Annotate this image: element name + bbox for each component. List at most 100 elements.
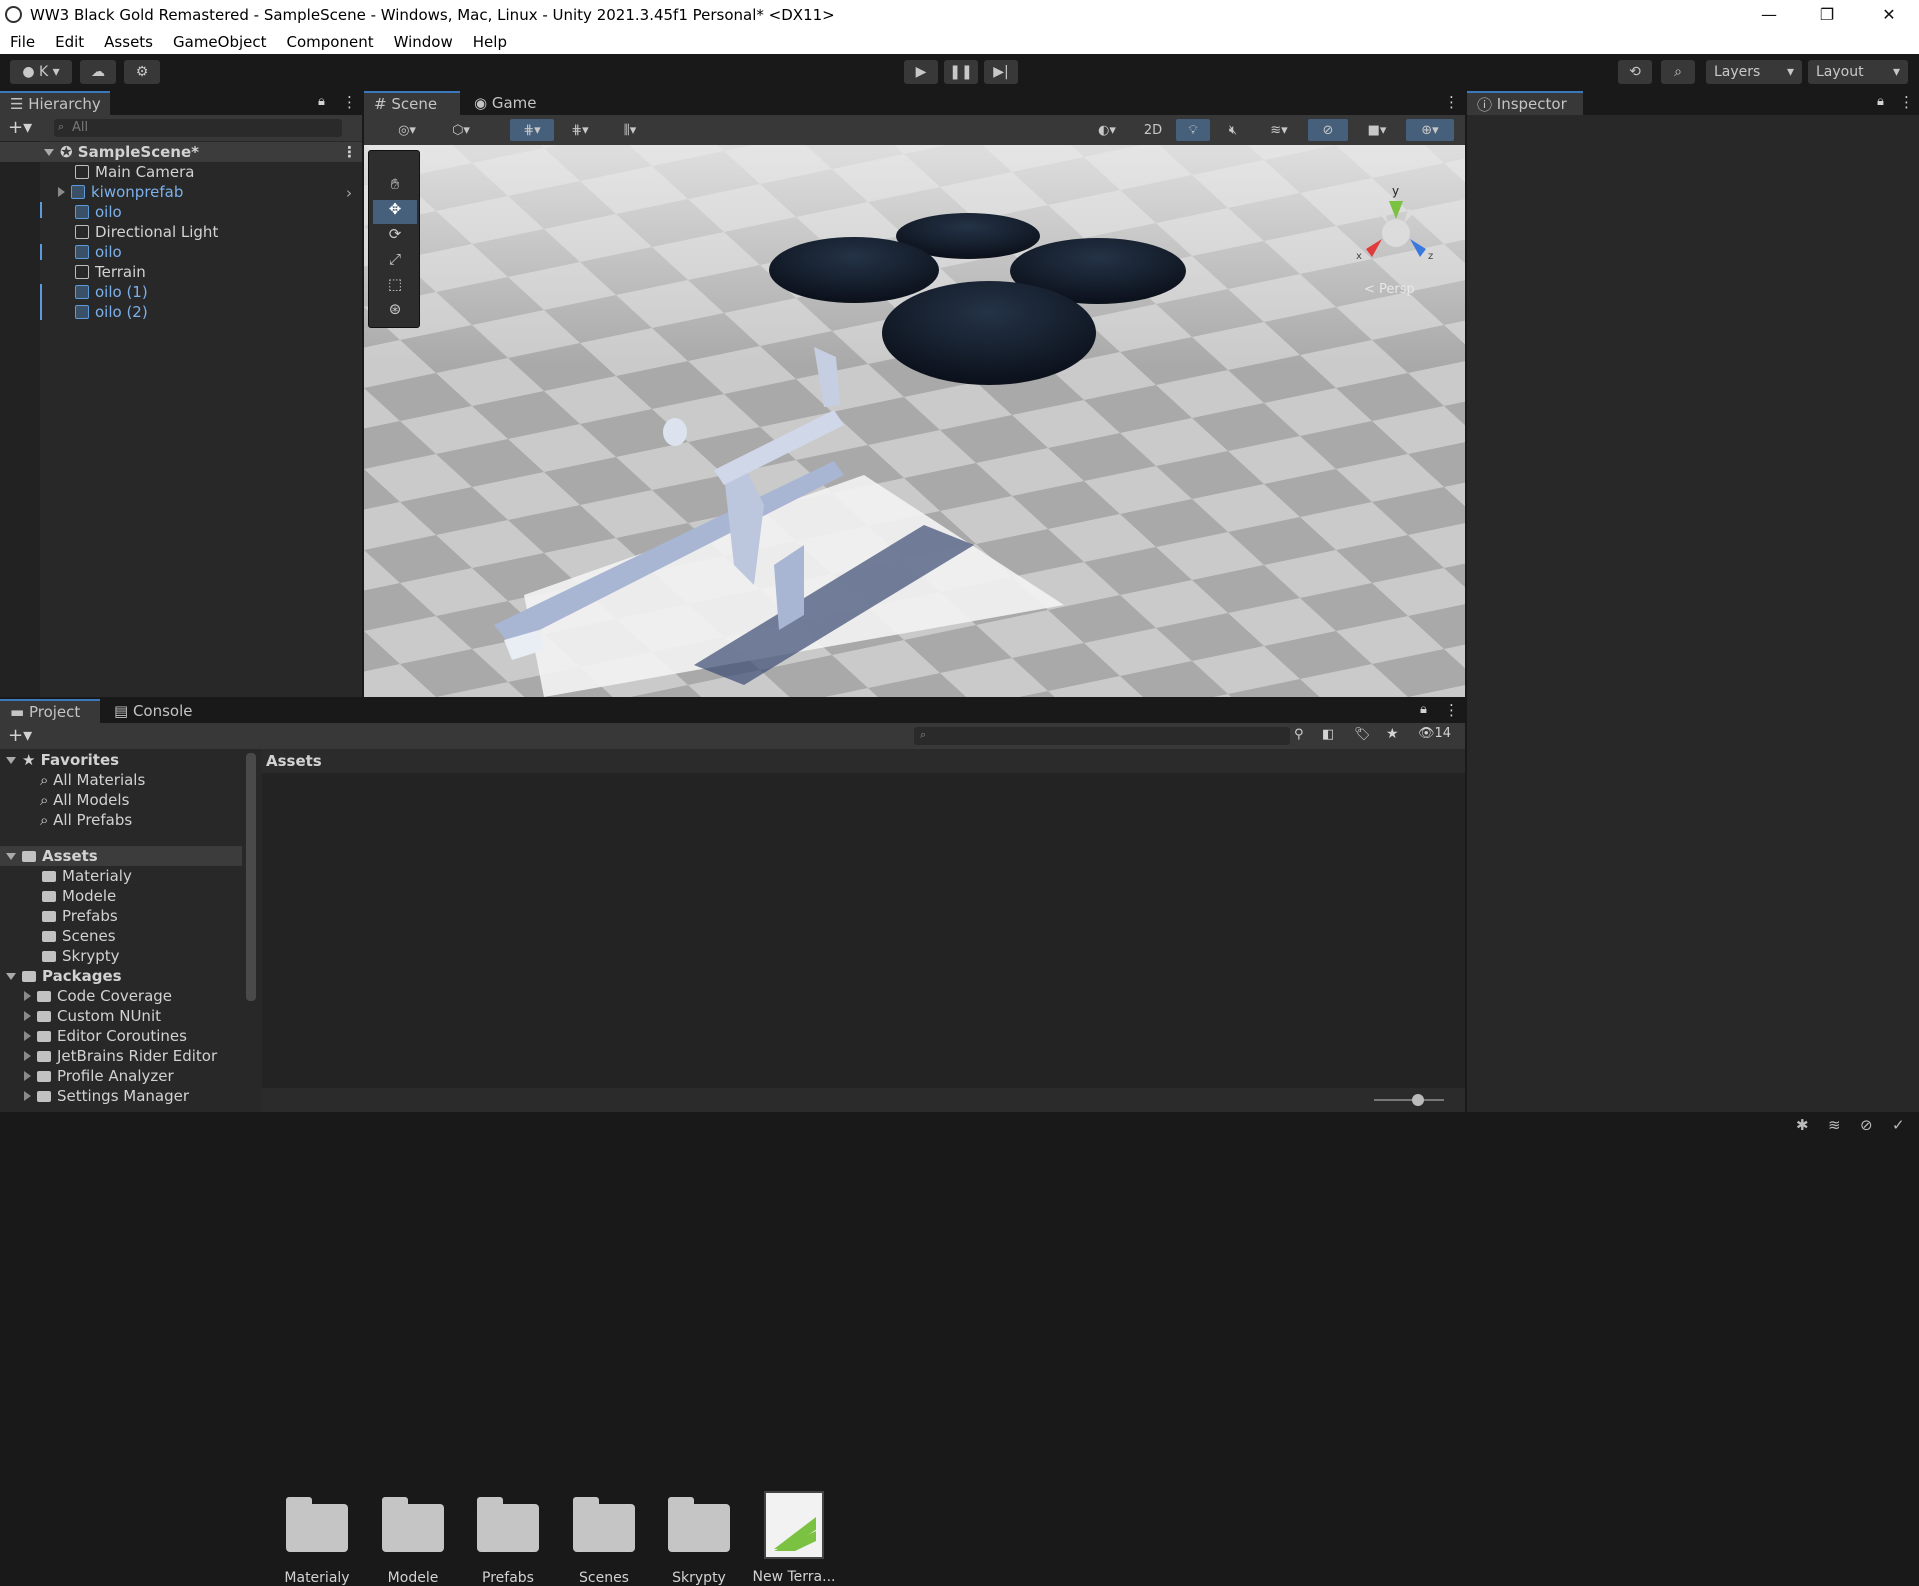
menu-assets[interactable]: Assets [94, 33, 163, 51]
favorites-row[interactable]: ★ Favorites [6, 750, 119, 770]
lock-icon[interactable]: 🔒︎ [1877, 94, 1884, 109]
hierarchy-item[interactable]: Directional Light [75, 222, 218, 242]
menu-window[interactable]: Window [384, 33, 463, 51]
effects-icon[interactable]: ≋▾ [1256, 119, 1302, 141]
audio-icon[interactable]: 🔇︎ [1216, 119, 1250, 141]
package-item[interactable]: Code Coverage [24, 986, 172, 1006]
hand-tool-icon[interactable]: ✋︎ [373, 175, 417, 199]
menu-component[interactable]: Component [277, 33, 384, 51]
pause-button[interactable]: ❚❚ [944, 60, 978, 84]
asset-folder-item[interactable]: Skrypty [42, 946, 120, 966]
render-mode-button[interactable]: ⬡▾ [438, 119, 484, 141]
hierarchy-item[interactable]: oilo (2) [75, 302, 148, 322]
hierarchy-item[interactable]: Terrain [75, 262, 146, 282]
hidden-objects-icon[interactable]: ⊘ [1308, 119, 1348, 141]
more-icon[interactable]: ⋮ [342, 143, 357, 161]
more-icon[interactable]: ⋮ [1444, 701, 1459, 719]
asset-item[interactable]: Skrypty [654, 1494, 744, 1586]
asset-item[interactable]: Materialy [272, 1494, 362, 1586]
more-icon[interactable]: ⋮ [342, 93, 357, 111]
add-icon[interactable]: +▾ [8, 725, 32, 746]
snap-settings-button[interactable]: ⫼▾ [606, 119, 654, 141]
oilo-disc[interactable] [769, 237, 939, 303]
star-icon[interactable]: ★ [1386, 726, 1399, 742]
lock-icon[interactable]: 🔒︎ [1420, 702, 1427, 717]
project-search-input[interactable] [914, 727, 1290, 745]
asset-folder-item[interactable]: Modele [42, 886, 116, 906]
asset-folder-item[interactable]: Materialy [42, 866, 132, 886]
package-item[interactable]: Editor Coroutines [24, 1026, 187, 1046]
increment-snap-button[interactable]: ⋕▾ [560, 119, 600, 141]
move-tool-icon[interactable]: ✥ [373, 200, 417, 224]
menu-file[interactable]: File [0, 33, 45, 51]
close-button[interactable]: ✕ [1860, 0, 1918, 29]
scene-viewport[interactable]: y x z < Persp [364, 145, 1465, 697]
grid-snap-button[interactable]: ⋕▾ [510, 119, 554, 141]
hierarchy-item[interactable]: oilo (1) [75, 282, 148, 302]
layers-dropdown[interactable]: Layers ▾ [1706, 60, 1802, 84]
label-icon[interactable]: 🏷︎ [1354, 727, 1371, 742]
package-item[interactable]: Settings Manager [24, 1086, 189, 1106]
rect-tool-icon[interactable]: ⬚ [373, 275, 417, 299]
hierarchy-item[interactable]: Main Camera [75, 162, 194, 182]
mode-2d-button[interactable]: 2D [1136, 119, 1170, 141]
menu-gameobject[interactable]: GameObject [163, 33, 277, 51]
scene-row[interactable]: ✪ SampleScene* ⋮ [0, 142, 362, 162]
icon-size-slider-track[interactable] [1374, 1099, 1444, 1101]
lock-icon[interactable]: 🔒︎ [318, 94, 325, 109]
play-button[interactable]: ▶ [904, 60, 938, 84]
cache-icon[interactable]: ≋ [1828, 1116, 1841, 1134]
favorite-item[interactable]: ⌕ All Materials [40, 770, 145, 790]
cloud-icon[interactable]: ☁ [80, 60, 116, 84]
breadcrumb[interactable]: Assets [262, 749, 1465, 773]
hidden-packages-icon[interactable]: 👁︎14 [1418, 726, 1451, 741]
tab-project[interactable]: ▬ Project [0, 699, 100, 723]
account-button[interactable]: ● K ▾ [10, 60, 72, 84]
menu-edit[interactable]: Edit [45, 33, 94, 51]
asset-item[interactable]: Modele [368, 1494, 458, 1586]
hierarchy-item[interactable]: kiwonprefab [58, 182, 183, 202]
more-icon[interactable]: ⋮ [1444, 93, 1459, 111]
search-icon[interactable]: ⌕ [1661, 60, 1695, 84]
check-icon[interactable]: ✓ [1892, 1116, 1905, 1134]
package-item[interactable]: Custom NUnit [24, 1006, 161, 1026]
chevron-right-icon[interactable]: › [346, 184, 352, 202]
debug-icon[interactable]: ✱ [1796, 1116, 1809, 1134]
hierarchy-item[interactable]: oilo [75, 242, 122, 262]
asset-folder-item[interactable]: Scenes [42, 926, 116, 946]
favorite-item[interactable]: ⌕ All Prefabs [40, 810, 132, 830]
package-item[interactable]: Profile Analyzer [24, 1066, 174, 1086]
camera-icon[interactable]: ■▾ [1354, 119, 1400, 141]
menu-help[interactable]: Help [463, 33, 517, 51]
draw-mode-button[interactable]: ◎▾ [384, 119, 430, 141]
tab-hierarchy[interactable]: ☰ Hierarchy [0, 91, 110, 115]
asset-folder-item[interactable]: Prefabs [42, 906, 118, 926]
packages-row[interactable]: Packages [6, 966, 122, 986]
persp-label[interactable]: < Persp [1364, 282, 1415, 297]
tree-scrollbar-thumb[interactable] [246, 753, 256, 1001]
restore-button[interactable]: ❐ [1798, 0, 1856, 29]
collab-icon[interactable]: ⚙ [124, 60, 160, 84]
package-item[interactable]: JetBrains Rider Editor [24, 1046, 217, 1066]
favorite-item[interactable]: ⌕ All Models [40, 790, 129, 810]
tab-inspector[interactable]: ⓘ Inspector [1467, 91, 1583, 115]
asset-item[interactable]: Scenes [559, 1494, 649, 1586]
search-by-type-icon[interactable]: ⚲ [1294, 727, 1304, 742]
tab-game[interactable]: ◉ Game [464, 91, 544, 115]
transform-tool-icon[interactable]: ⊛ [373, 300, 417, 324]
add-icon[interactable]: +▾ [8, 117, 32, 138]
minimize-button[interactable]: — [1740, 0, 1798, 29]
rotate-tool-icon[interactable]: ⟳ [373, 225, 417, 249]
scale-tool-icon[interactable]: ⤢ [373, 250, 417, 274]
layout-dropdown[interactable]: Layout ▾ [1808, 60, 1908, 84]
history-icon[interactable]: ⟲ [1618, 60, 1652, 84]
asset-item[interactable]: Prefabs [463, 1494, 553, 1586]
lighting-icon[interactable]: 💡︎ [1176, 119, 1210, 141]
oilo-disc[interactable] [882, 281, 1096, 385]
more-icon[interactable]: ⋮ [1899, 93, 1914, 111]
icon-size-slider-thumb[interactable] [1412, 1094, 1424, 1106]
gizmos-icon[interactable]: ⊕▾ [1406, 119, 1454, 141]
assets-row[interactable]: Assets [0, 846, 242, 866]
shading-button[interactable]: ◐▾ [1084, 119, 1130, 141]
hierarchy-item[interactable]: oilo [75, 202, 122, 222]
